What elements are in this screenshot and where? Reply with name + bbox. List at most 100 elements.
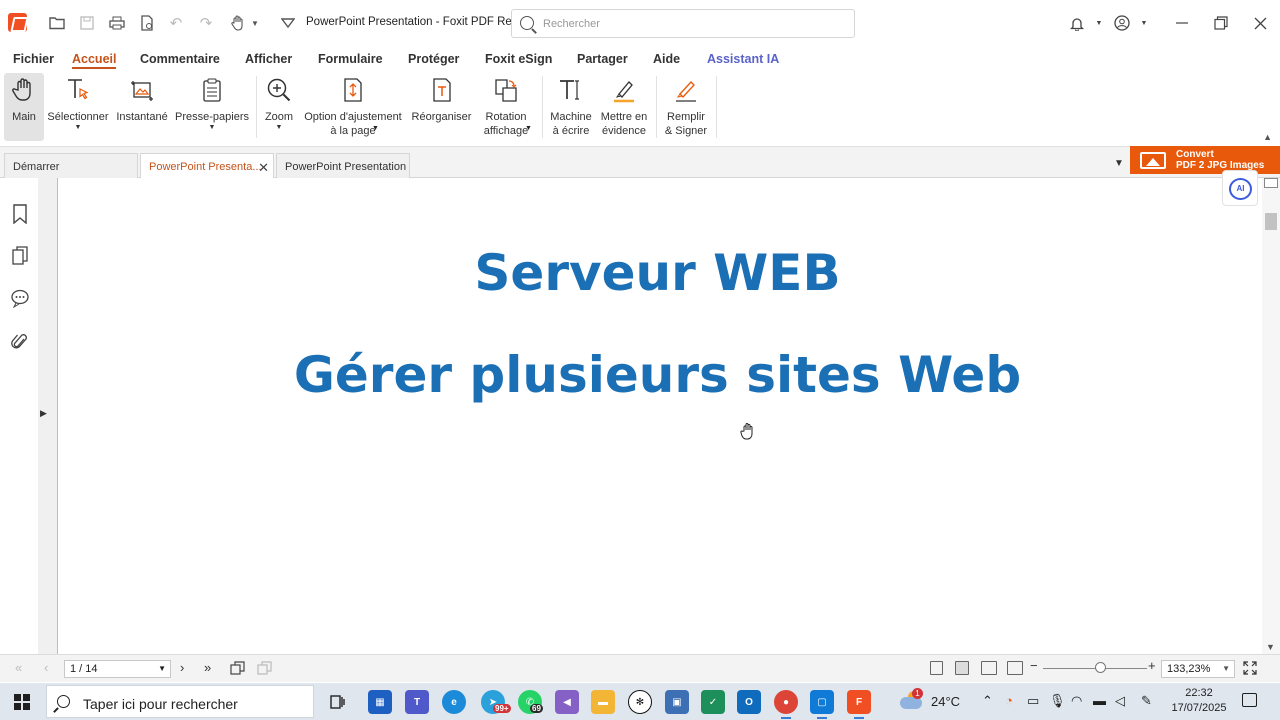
microsoft-store-icon[interactable]: ▦ (368, 690, 392, 714)
zoom-slider-handle[interactable] (1094, 662, 1106, 673)
panel-splitter[interactable]: ▶ (38, 178, 58, 654)
restore-icon[interactable] (1210, 12, 1232, 34)
document-page[interactable]: Serveur WEB Gérer plusieurs sites Web (59, 178, 1256, 654)
menu-accueil[interactable]: Accueil (72, 52, 117, 69)
redo-icon[interactable]: ↷ (196, 13, 216, 33)
previous-view-icon[interactable] (230, 661, 246, 675)
show-hidden-icons-icon[interactable]: ⌃ (982, 693, 993, 709)
clipboard-button[interactable]: Presse-papiers ▼ (174, 73, 250, 141)
snapshot-button[interactable]: Instantané (113, 73, 171, 141)
microphone-icon[interactable]: 🎙 (1049, 693, 1066, 709)
continuous-view-icon[interactable] (955, 661, 969, 675)
expand-panel-icon[interactable]: ▶ (40, 408, 47, 419)
vertical-scrollbar[interactable]: ▼ (1262, 178, 1280, 654)
close-tab-icon[interactable]: ✕ (258, 160, 269, 176)
convert-pdf-banner[interactable]: Convert PDF 2 JPG Images (1130, 146, 1280, 174)
windows-start-icon[interactable] (14, 694, 30, 710)
fit-page-button[interactable]: Option d'ajustement à la page (300, 73, 406, 141)
ai-assistant-button[interactable]: AI (1222, 170, 1258, 206)
reorganize-button[interactable]: Réorganiser (409, 73, 474, 141)
facing-view-icon[interactable] (981, 661, 997, 675)
pen-icon[interactable]: ✎ (1141, 693, 1152, 709)
zoom-dropdown-icon[interactable]: ▼ (1222, 664, 1230, 673)
page-number-field[interactable]: 1 / 14 ▼ (64, 660, 171, 678)
comments-icon[interactable] (11, 288, 29, 308)
taskbar-search-box[interactable]: Taper ici pour rechercher (46, 685, 314, 718)
continuous-facing-view-icon[interactable] (1007, 661, 1023, 675)
menu-proteger[interactable]: Protéger (408, 52, 459, 66)
virtualbox-icon[interactable]: ▢ (810, 690, 834, 719)
account-icon[interactable] (1111, 12, 1133, 34)
zoom-level-field[interactable]: 133,23% ▼ (1161, 660, 1235, 678)
spreadsheet-app-icon[interactable]: ✓ (701, 690, 725, 714)
last-page-icon[interactable]: » (204, 660, 211, 675)
menu-partager[interactable]: Partager (577, 52, 628, 66)
volume-icon[interactable]: ◁ (1115, 693, 1125, 709)
first-page-icon[interactable]: « (15, 660, 22, 675)
scroll-down-icon[interactable]: ▼ (1266, 642, 1275, 652)
minimize-icon[interactable] (1171, 12, 1193, 34)
save-icon[interactable] (77, 13, 97, 33)
split-view-icon[interactable] (1264, 178, 1278, 188)
remote-desktop-icon[interactable]: ▣ (665, 690, 689, 714)
menu-afficher[interactable]: Afficher (245, 52, 292, 66)
file-explorer-icon[interactable]: ▬ (591, 690, 615, 714)
attachment-icon[interactable] (11, 332, 29, 352)
notifications-dropdown-icon[interactable]: ▼ (1088, 12, 1110, 34)
menu-aide[interactable]: Aide (653, 52, 680, 66)
whatsapp-icon[interactable]: ✆ 69 (518, 690, 543, 714)
zoom-out-icon[interactable]: − (1030, 658, 1038, 673)
customize-toolbar-icon[interactable] (278, 13, 298, 33)
scrollbar-thumb[interactable] (1265, 213, 1277, 230)
foxit-taskbar-icon[interactable]: F (847, 690, 871, 719)
teams-icon[interactable]: T (405, 690, 429, 714)
chatgpt-icon[interactable]: ✻ (628, 690, 652, 714)
pages-icon[interactable] (11, 246, 29, 266)
open-folder-icon[interactable] (47, 13, 67, 33)
visual-studio-icon[interactable]: ◀ (555, 690, 579, 714)
fullscreen-icon[interactable] (1243, 661, 1257, 675)
highlight-button[interactable]: Mettre en évidence (598, 73, 650, 141)
next-page-icon[interactable]: › (180, 660, 184, 675)
system-clock[interactable]: 22:32 17/07/2025 (1166, 686, 1232, 716)
undo-icon[interactable]: ↶ (166, 13, 186, 33)
zoom-button[interactable]: Zoom ▼ (261, 73, 297, 141)
menu-formulaire[interactable]: Formulaire (318, 52, 383, 66)
collapse-ribbon-icon[interactable]: ▲ (1263, 132, 1272, 142)
outlook-icon[interactable]: O (737, 690, 761, 714)
wifi-icon[interactable]: ◠ (1071, 693, 1082, 709)
tray-device-icon[interactable]: ▭ (1027, 693, 1039, 709)
zoom-in-icon[interactable]: + (1148, 658, 1156, 673)
tab-powerpoint-active[interactable]: PowerPoint Presenta... ✕ (140, 153, 274, 180)
account-dropdown-icon[interactable]: ▼ (1133, 12, 1155, 34)
menu-fichier[interactable]: Fichier (13, 52, 54, 66)
fill-sign-button[interactable]: Remplir & Signer (661, 73, 711, 141)
previous-page-icon[interactable]: ‹ (44, 660, 48, 675)
single-page-view-icon[interactable] (930, 661, 943, 675)
task-view-icon[interactable] (328, 693, 346, 711)
hand-tool-button[interactable]: Main (4, 73, 44, 141)
search-box[interactable] (511, 9, 855, 38)
search-input[interactable] (543, 15, 843, 33)
tab-list-dropdown-icon[interactable]: ▼ (1114, 158, 1124, 169)
telegram-icon[interactable]: ➤ 99+ (481, 690, 511, 714)
quick-access-dropdown-icon[interactable]: ▼ (245, 13, 265, 33)
bookmark-icon[interactable] (11, 204, 29, 224)
tab-powerpoint[interactable]: PowerPoint Presentation (276, 153, 410, 179)
menu-commentaire[interactable]: Commentaire (140, 52, 220, 66)
select-button[interactable]: Sélectionner ▼ (46, 73, 110, 141)
page-dropdown-icon[interactable]: ▼ (158, 664, 166, 673)
typewriter-button[interactable]: Machine à écrire (547, 73, 595, 141)
battery-icon[interactable]: ▬ (1093, 693, 1106, 708)
chrome-icon[interactable]: ● (774, 690, 798, 719)
tray-app-icon[interactable]: ◔ (1005, 693, 1013, 708)
print-icon[interactable] (107, 13, 127, 33)
new-document-icon[interactable] (137, 13, 157, 33)
menu-assistant-ia[interactable]: Assistant IA (707, 52, 779, 66)
menu-foxit-esign[interactable]: Foxit eSign (485, 52, 552, 66)
notification-center-icon[interactable] (1242, 693, 1257, 707)
bell-icon[interactable] (1066, 12, 1088, 34)
close-window-icon[interactable] (1249, 12, 1271, 34)
next-view-icon[interactable] (257, 661, 273, 675)
tab-demarrer[interactable]: Démarrer (4, 153, 138, 179)
